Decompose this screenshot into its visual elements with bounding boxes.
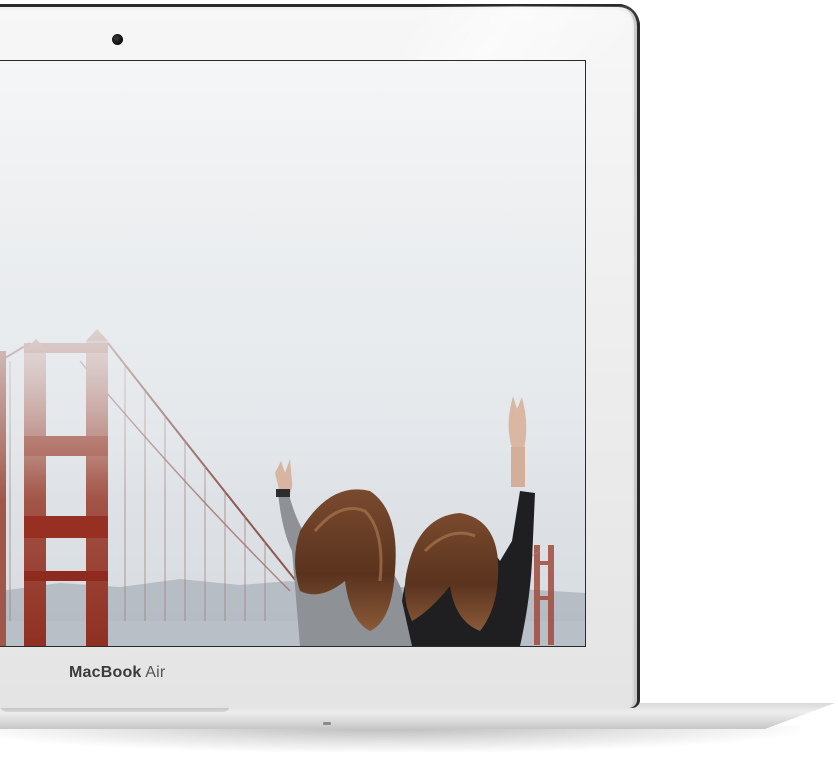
camera-icon: [112, 34, 123, 45]
laptop-screen: [0, 60, 586, 647]
macbook-mockup: MacBook Air: [0, 0, 838, 766]
screen-photo: [0, 61, 585, 646]
brand-macbook-label: MacBook: [69, 664, 142, 681]
laptop-base-notch: [323, 722, 331, 725]
brand-air-label: Air: [145, 664, 166, 681]
laptop-shadow: [0, 726, 800, 752]
device-branding: MacBook Air: [69, 664, 165, 682]
